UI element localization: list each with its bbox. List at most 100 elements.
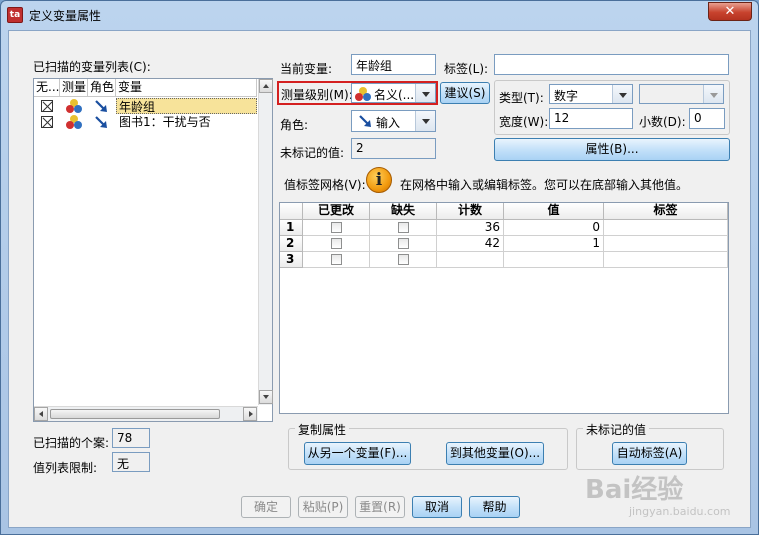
- grid-cell-missing[interactable]: [370, 236, 437, 252]
- role-value: 输入: [376, 116, 401, 130]
- scroll-thumb[interactable]: [50, 409, 220, 419]
- close-button[interactable]: ✕: [708, 2, 752, 21]
- variable-name: 图书1：干扰与否: [119, 115, 211, 129]
- grid-cell-changed[interactable]: [303, 220, 370, 236]
- decimals-field[interactable]: 0: [689, 108, 725, 129]
- variable-name: 年龄组: [116, 98, 257, 114]
- grid-header-value[interactable]: 值: [504, 203, 604, 220]
- value-label-grid[interactable]: 已更改 缺失 计数 值 标签 1 36 0 2 42 1 3: [279, 202, 729, 414]
- grid-row-number: 3: [280, 252, 303, 268]
- dialog-window: ta 定义变量属性 ✕ 已扫描的变量列表(C): 无... 测量 角色 变量 年…: [0, 0, 759, 535]
- changed-checkbox[interactable]: [331, 238, 342, 249]
- cancel-button[interactable]: 取消: [412, 496, 462, 518]
- paste-button[interactable]: 粘贴(P): [298, 496, 348, 518]
- baidu-watermark-url: jingyan.baidu.com: [629, 505, 731, 518]
- role-label: 角色:: [280, 118, 309, 132]
- copy-to-variables-button[interactable]: 到其他变量(O)...: [446, 442, 544, 465]
- copy-properties-legend: 复制属性: [295, 421, 350, 438]
- grid-cell-changed[interactable]: [303, 252, 370, 268]
- missing-checkbox[interactable]: [398, 238, 409, 249]
- grid-cell-label[interactable]: [604, 236, 728, 252]
- suggest-button[interactable]: 建议(S): [440, 82, 490, 104]
- nominal-balls-icon: [355, 87, 371, 101]
- grid-cell-value[interactable]: 1: [504, 236, 604, 252]
- chevron-down-icon[interactable]: [415, 84, 435, 102]
- grid-cell-value[interactable]: 0: [504, 220, 604, 236]
- measure-level-label: 测量级别(M):: [281, 88, 353, 102]
- scroll-up-icon[interactable]: [259, 79, 273, 93]
- grid-row-number: 1: [280, 220, 303, 236]
- scanned-cases-value: 78: [112, 428, 150, 448]
- grid-cell-missing[interactable]: [370, 220, 437, 236]
- spss-app-icon: ta: [7, 7, 23, 23]
- grid-row-number: 2: [280, 236, 303, 252]
- copy-from-variable-button[interactable]: 从另一个变量(F)...: [304, 442, 411, 465]
- label-field[interactable]: [494, 54, 729, 75]
- type-select[interactable]: 数字: [549, 84, 633, 104]
- none-check-icon[interactable]: [41, 100, 53, 112]
- grid-header-label[interactable]: 标签: [604, 203, 728, 220]
- title-bar[interactable]: ta 定义变量属性 ✕: [1, 1, 758, 29]
- label-label: 标签(L):: [444, 62, 489, 76]
- grid-cell-count: 42: [437, 236, 504, 252]
- horizontal-scrollbar[interactable]: [34, 406, 258, 421]
- scanned-variable-list[interactable]: 无... 测量 角色 变量 年龄组 图书1：干扰与否: [33, 78, 273, 422]
- chevron-down-icon: [703, 85, 723, 103]
- attributes-button[interactable]: 属性(B)...: [494, 138, 730, 161]
- type-label: 类型(T):: [499, 91, 544, 105]
- reset-button[interactable]: 重置(R): [355, 496, 405, 518]
- grid-cell-count: [437, 252, 504, 268]
- column-header-none[interactable]: 无...: [34, 79, 60, 97]
- input-arrow-icon: [95, 116, 107, 128]
- grid-header-count[interactable]: 计数: [437, 203, 504, 220]
- current-variable-field[interactable]: 年龄组: [351, 54, 436, 75]
- column-header-role[interactable]: 角色: [88, 79, 116, 97]
- grid-header-changed[interactable]: 已更改: [303, 203, 370, 220]
- info-icon: i: [366, 167, 392, 193]
- ok-button[interactable]: 确定: [241, 496, 291, 518]
- dialog-client-area: 已扫描的变量列表(C): 无... 测量 角色 变量 年龄组 图书1：干扰与否 …: [8, 30, 751, 528]
- value-list-limit-label: 值列表限制:: [33, 461, 98, 475]
- scanned-list-label: 已扫描的变量列表(C):: [33, 60, 151, 74]
- grid-cell-changed[interactable]: [303, 236, 370, 252]
- grid-cell-missing[interactable]: [370, 252, 437, 268]
- role-select[interactable]: 输入: [351, 110, 436, 132]
- scroll-right-icon[interactable]: [243, 407, 257, 421]
- auto-label-button[interactable]: 自动标签(A): [612, 442, 687, 465]
- unlabeled-values-label: 未标记的值:: [280, 146, 345, 160]
- input-arrow-icon: [95, 100, 107, 112]
- grid-corner: [280, 203, 303, 220]
- vertical-scrollbar[interactable]: [258, 79, 273, 405]
- help-button[interactable]: 帮助: [469, 496, 520, 518]
- missing-checkbox[interactable]: [398, 222, 409, 233]
- measure-level-select[interactable]: 名义(...: [351, 83, 436, 103]
- grid-cell-label[interactable]: [604, 252, 728, 268]
- column-header-measure[interactable]: 测量: [60, 79, 88, 97]
- missing-checkbox[interactable]: [398, 254, 409, 265]
- type-value: 数字: [554, 89, 579, 103]
- variable-row[interactable]: 图书1：干扰与否: [34, 114, 257, 130]
- nominal-balls-icon: [66, 115, 82, 129]
- chevron-down-icon[interactable]: [612, 85, 632, 103]
- none-check-icon[interactable]: [41, 116, 53, 128]
- column-header-variable[interactable]: 变量: [116, 79, 257, 97]
- current-variable-label: 当前变量:: [280, 62, 333, 76]
- grid-cell-value[interactable]: [504, 252, 604, 268]
- scanned-cases-label: 已扫描的个案:: [33, 436, 110, 450]
- variable-row[interactable]: 年龄组: [34, 98, 257, 114]
- width-field[interactable]: 12: [549, 108, 633, 129]
- unlabeled-values-legend: 未标记的值: [583, 421, 650, 438]
- grid-header-missing[interactable]: 缺失: [370, 203, 437, 220]
- changed-checkbox[interactable]: [331, 254, 342, 265]
- nominal-balls-icon: [66, 99, 82, 113]
- type-format-select[interactable]: [639, 84, 724, 104]
- grid-cell-label[interactable]: [604, 220, 728, 236]
- grid-cell-count: 36: [437, 220, 504, 236]
- width-label: 宽度(W):: [499, 115, 549, 129]
- chevron-down-icon[interactable]: [415, 111, 435, 131]
- input-arrow-icon: [359, 115, 371, 127]
- scroll-left-icon[interactable]: [34, 407, 48, 421]
- window-title: 定义变量属性: [29, 9, 102, 23]
- changed-checkbox[interactable]: [331, 222, 342, 233]
- scroll-down-icon[interactable]: [259, 390, 273, 404]
